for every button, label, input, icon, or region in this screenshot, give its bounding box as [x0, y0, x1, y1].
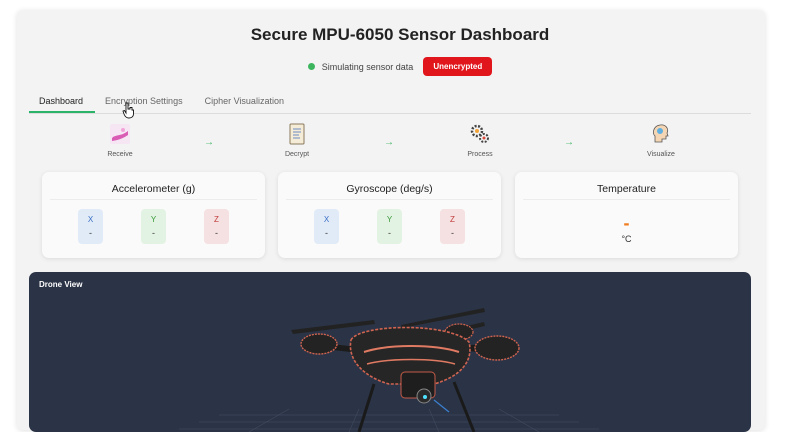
status-indicator-icon	[307, 63, 315, 70]
axis-x-readout: X -	[78, 209, 103, 244]
tab-dashboard[interactable]: Dashboard	[29, 89, 96, 113]
flow-step-label: Receive	[107, 151, 133, 158]
flow-step-process: Process	[450, 120, 510, 158]
flow-arrow: →	[564, 137, 574, 148]
axis-value: -	[388, 228, 391, 238]
encryption-badge: Unencrypted	[423, 57, 493, 76]
document-icon	[289, 123, 305, 145]
tab-bar: Dashboard Encryption Settings Cipher Vis…	[29, 89, 751, 114]
hand-receive-icon	[110, 124, 130, 144]
axis-y-readout: Y -	[377, 209, 402, 244]
grid-floor	[179, 408, 599, 432]
flow-step-visualize: Visualize	[631, 120, 691, 158]
axis-label: Y	[150, 215, 157, 224]
axis-label: X	[87, 215, 94, 224]
head-visualize-icon	[653, 124, 669, 143]
temperature-value: -	[623, 213, 630, 233]
axis-readouts: X - Y - Z -	[278, 209, 501, 244]
card-title: Gyroscope (deg/s)	[286, 172, 493, 200]
axis-label: X	[323, 215, 330, 224]
drone-view-panel[interactable]: Drone View	[29, 272, 751, 432]
gears-icon	[470, 124, 489, 143]
flow-step-label: Visualize	[647, 151, 675, 158]
card-title: Accelerometer (g)	[50, 172, 257, 200]
mouse-pointer-icon	[122, 102, 134, 119]
drone-model	[179, 308, 599, 432]
axis-value: -	[89, 228, 92, 238]
flow-step-label: Process	[467, 151, 493, 158]
axis-label: Y	[386, 215, 393, 224]
temperature-card: Temperature - °C	[515, 172, 738, 258]
axis-value: -	[325, 228, 328, 238]
axis-label: Z	[450, 215, 455, 224]
flow-step-label: Decrypt	[284, 151, 310, 158]
gyroscope-card: Gyroscope (deg/s) X - Y - Z -	[278, 172, 501, 258]
pipeline-flow: Receive → Decrypt → Process → Visualize	[0, 120, 800, 160]
tab-cipher-visualization[interactable]: Cipher Visualization	[195, 89, 296, 113]
axis-value: -	[215, 228, 218, 238]
status-text: Simulating sensor data	[321, 61, 414, 72]
temperature-unit: °C	[621, 234, 632, 244]
page-title: Secure MPU-6050 Sensor Dashboard	[250, 25, 550, 44]
axis-y-readout: Y -	[141, 209, 166, 244]
tab-encryption-settings[interactable]: Encryption Settings	[95, 89, 195, 113]
axis-readouts: X - Y - Z -	[42, 209, 265, 244]
axis-z-readout: Z -	[440, 209, 465, 244]
axis-value: -	[152, 228, 155, 238]
axis-label: Z	[214, 215, 219, 224]
flow-step-receive: Receive	[90, 120, 150, 158]
accelerometer-card: Accelerometer (g) X - Y - Z -	[42, 172, 265, 258]
flow-step-decrypt: Decrypt	[267, 120, 327, 158]
status-bar: Simulating sensor data Unencrypted	[0, 57, 800, 76]
axis-z-readout: Z -	[204, 209, 229, 244]
axis-value: -	[451, 228, 454, 238]
flow-arrow: →	[204, 137, 214, 148]
flow-arrow: →	[384, 137, 394, 148]
axis-x-readout: X -	[314, 209, 339, 244]
card-title: Temperature	[523, 172, 730, 200]
